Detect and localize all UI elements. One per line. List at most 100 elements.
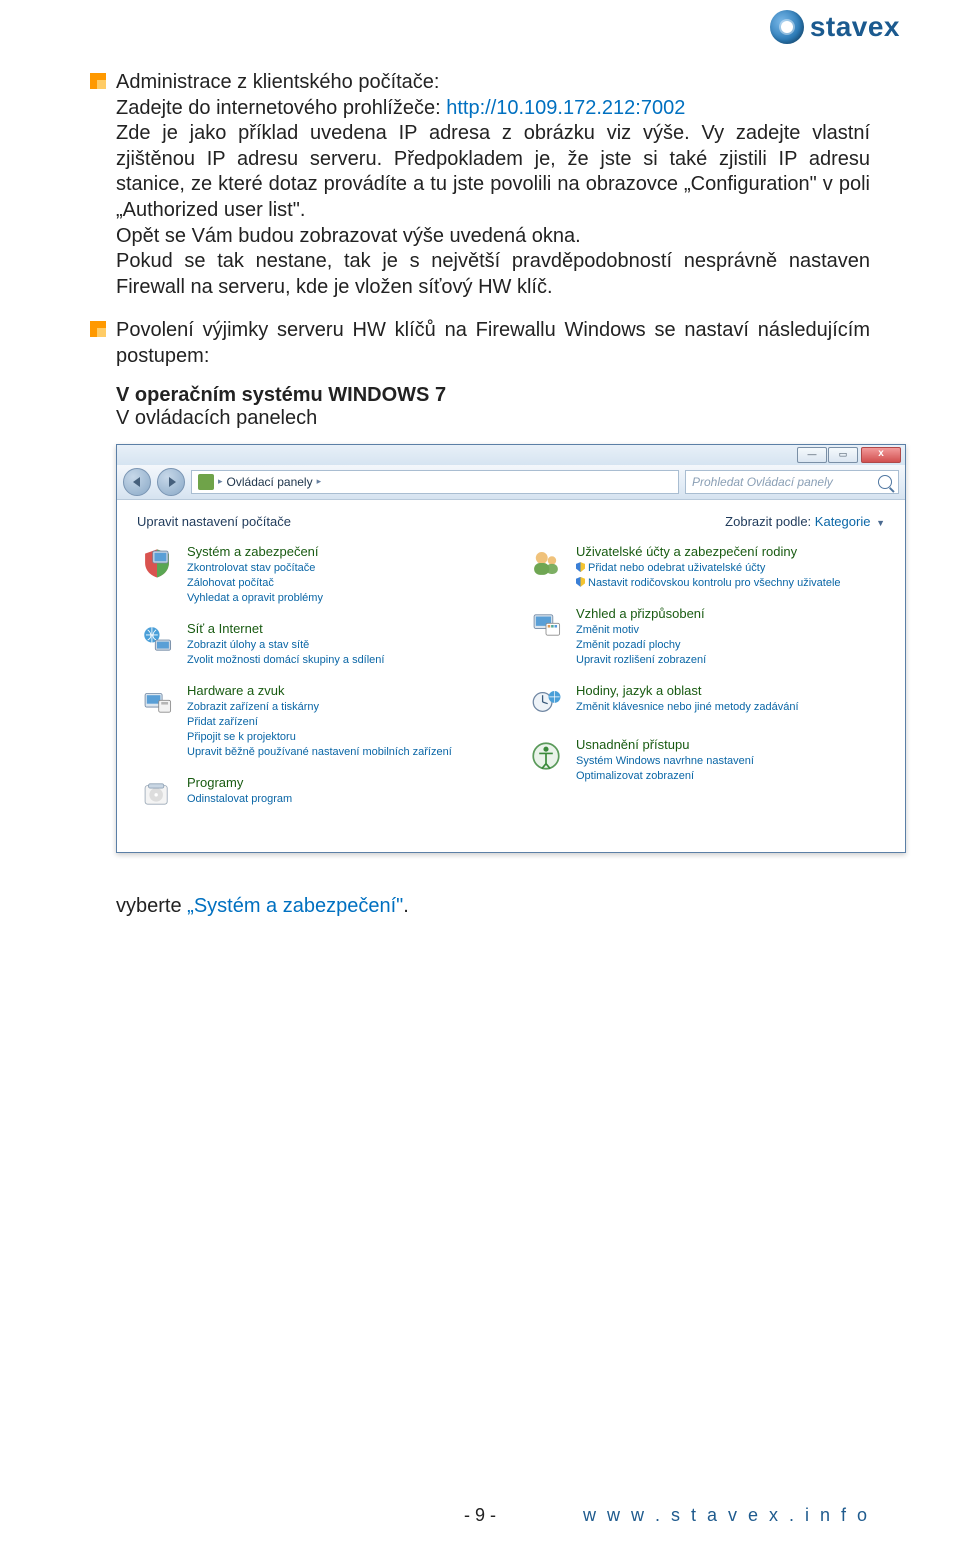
admin-line5: Pokud se tak nestane, tak je s největší …	[116, 250, 870, 298]
category-main-link[interactable]: Usnadnění přístupu	[576, 736, 754, 754]
category-texts: Hardware a zvukZobrazit zařízení a tiská…	[187, 682, 452, 760]
category-texts: ProgramyOdinstalovat program	[187, 774, 292, 807]
category-sub-link[interactable]: Změnit klávesnice nebo jiné metody zadáv…	[576, 700, 799, 715]
select-system-security: „Systém a zabezpečení"	[187, 895, 403, 917]
nav-forward-button[interactable]	[157, 468, 185, 496]
category-grid: Systém a zabezpečeníZkontrolovat stav po…	[137, 543, 885, 828]
select-instruction: vyberte „Systém a zabezpečení".	[116, 895, 870, 918]
para-firewall: Povolení výjimky serveru HW klíčů na Fir…	[116, 318, 870, 369]
category-main-link[interactable]: Síť a Internet	[187, 620, 384, 638]
minimize-button[interactable]: —	[797, 447, 827, 463]
chevron-icon: ▸	[218, 476, 223, 487]
category-sub-link[interactable]: Systém Windows navrhne nastavení	[576, 754, 754, 769]
bullet-icon	[90, 73, 106, 89]
category-sub-link[interactable]: Přidat nebo odebrat uživatelské účty	[576, 561, 841, 576]
bullet-icon	[90, 321, 106, 337]
category-sub-link[interactable]: Zálohovat počítač	[187, 576, 323, 591]
admin-heading: Administrace z klientského počítače:	[116, 71, 440, 93]
category-main-link[interactable]: Uživatelské účty a zabezpečení rodiny	[576, 543, 841, 561]
category-sub-link[interactable]: Změnit motiv	[576, 623, 706, 638]
admin-line4: Opět se Vám budou zobrazovat výše uveden…	[116, 225, 581, 247]
category-item: Hardware a zvukZobrazit zařízení a tiská…	[137, 682, 496, 760]
category-main-link[interactable]: Programy	[187, 774, 292, 792]
nav-back-button[interactable]	[123, 468, 151, 496]
ease-icon	[526, 736, 566, 776]
breadcrumb[interactable]: ▸ Ovládací panely ▸	[191, 470, 679, 494]
category-sub-link[interactable]: Optimalizovat zobrazení	[576, 769, 754, 784]
os-line: V operačním systému WINDOWS 7	[116, 384, 870, 407]
search-placeholder: Prohledat Ovládací panely	[692, 475, 833, 489]
category-item: ProgramyOdinstalovat program	[137, 774, 496, 814]
category-sub-link[interactable]: Připojit se k projektoru	[187, 730, 452, 745]
admin-line2a: Zadejte do internetového prohlížeče:	[116, 97, 446, 119]
firewall-text: Povolení výjimky serveru HW klíčů na Fir…	[116, 319, 870, 367]
category-col-left: Systém a zabezpečeníZkontrolovat stav po…	[137, 543, 496, 828]
category-sub-link[interactable]: Odinstalovat program	[187, 792, 292, 807]
window-titlebar: — ▭ x	[117, 445, 905, 465]
category-item: Systém a zabezpečeníZkontrolovat stav po…	[137, 543, 496, 606]
select-post: .	[403, 895, 409, 917]
category-sub-link[interactable]: Upravit rozlišení zobrazení	[576, 653, 706, 668]
category-item: Usnadnění přístupuSystém Windows navrhne…	[526, 736, 885, 784]
view-label: Zobrazit podle:	[725, 514, 811, 529]
category-texts: Usnadnění přístupuSystém Windows navrhne…	[576, 736, 754, 784]
logo-text: stavex	[810, 11, 900, 43]
category-main-link[interactable]: Hardware a zvuk	[187, 682, 452, 700]
network-icon	[137, 620, 177, 660]
category-sub-link[interactable]: Přidat zařízení	[187, 715, 452, 730]
shield-icon	[137, 543, 177, 583]
category-item: Uživatelské účty a zabezpečení rodinyPři…	[526, 543, 885, 591]
category-sub-link[interactable]: Upravit běžně používané nastavení mobiln…	[187, 745, 452, 760]
control-panel-icon	[198, 474, 214, 490]
control-panel-window: — ▭ x ▸ Ovládací panely ▸ Prohledat Ovlá…	[116, 444, 906, 853]
panels-line: V ovládacích panelech	[116, 407, 870, 430]
adjust-label: Upravit nastavení počítače	[137, 514, 291, 529]
admin-url-link[interactable]: http://10.109.172.212:7002	[446, 97, 685, 119]
category-main-link[interactable]: Hodiny, jazyk a oblast	[576, 682, 799, 700]
crumb-control-panel: Ovládací panely	[227, 475, 313, 489]
category-sub-link[interactable]: Změnit pozadí plochy	[576, 638, 706, 653]
view-by[interactable]: Zobrazit podle: Kategorie ▼	[725, 514, 885, 529]
category-main-link[interactable]: Vzhled a přizpůsobení	[576, 605, 706, 623]
category-sub-link[interactable]: Zvolit možnosti domácí skupiny a sdílení	[187, 653, 384, 668]
maximize-button[interactable]: ▭	[828, 447, 858, 463]
search-icon	[878, 475, 892, 489]
category-main-link[interactable]: Systém a zabezpečení	[187, 543, 323, 561]
dropdown-icon: ▼	[876, 518, 885, 528]
close-button[interactable]: x	[861, 447, 901, 463]
hardware-icon	[137, 682, 177, 722]
category-texts: Systém a zabezpečeníZkontrolovat stav po…	[187, 543, 323, 606]
control-panel-body: Upravit nastavení počítače Zobrazit podl…	[117, 500, 905, 852]
category-texts: Síť a InternetZobrazit úlohy a stav sítě…	[187, 620, 384, 668]
category-texts: Hodiny, jazyk a oblastZměnit klávesnice …	[576, 682, 799, 715]
category-texts: Vzhled a přizpůsobeníZměnit motivZměnit …	[576, 605, 706, 668]
appearance-icon	[526, 605, 566, 645]
chevron-icon: ▸	[317, 476, 322, 487]
select-pre: vyberte	[116, 895, 187, 917]
cp-header-bar: Upravit nastavení počítače Zobrazit podl…	[137, 514, 885, 529]
page-footer: - 9 - w w w . s t a v e x . i n f o	[0, 1505, 960, 1526]
users-icon	[526, 543, 566, 583]
bullet-firewall-exception: Povolení výjimky serveru HW klíčů na Fir…	[90, 318, 870, 369]
view-value: Kategorie	[815, 514, 871, 529]
category-sub-link[interactable]: Vyhledat a opravit problémy	[187, 591, 323, 606]
category-item: Hodiny, jazyk a oblastZměnit klávesnice …	[526, 682, 885, 722]
category-col-right: Uživatelské účty a zabezpečení rodinyPři…	[526, 543, 885, 828]
category-sub-link[interactable]: Nastavit rodičovskou kontrolu pro všechn…	[576, 576, 841, 591]
admin-line3: Zde je jako příklad uvedena IP adresa z …	[116, 122, 870, 221]
category-sub-link[interactable]: Zkontrolovat stav počítače	[187, 561, 323, 576]
programs-icon	[137, 774, 177, 814]
brand-logo: stavex	[770, 10, 900, 44]
para-admin-client: Administrace z klientského počítače: Zad…	[116, 70, 870, 300]
category-item: Vzhled a přizpůsobeníZměnit motivZměnit …	[526, 605, 885, 668]
category-item: Síť a InternetZobrazit úlohy a stav sítě…	[137, 620, 496, 668]
logo-disc-icon	[770, 10, 804, 44]
page-number: - 9 -	[0, 1505, 960, 1526]
search-input[interactable]: Prohledat Ovládací panely	[685, 470, 899, 494]
bullet-admin-client: Administrace z klientského počítače: Zad…	[90, 70, 870, 300]
category-texts: Uživatelské účty a zabezpečení rodinyPři…	[576, 543, 841, 591]
category-sub-link[interactable]: Zobrazit zařízení a tiskárny	[187, 700, 452, 715]
category-sub-link[interactable]: Zobrazit úlohy a stav sítě	[187, 638, 384, 653]
clock-icon	[526, 682, 566, 722]
nav-bar: ▸ Ovládací panely ▸ Prohledat Ovládací p…	[117, 465, 905, 500]
